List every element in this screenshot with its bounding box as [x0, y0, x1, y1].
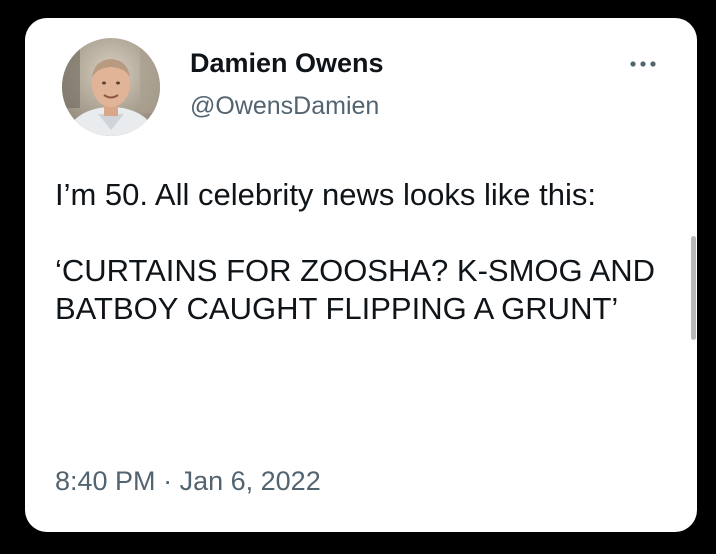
tweet-time: 8:40 PM	[55, 466, 156, 496]
author-name[interactable]: Damien Owens	[190, 48, 384, 79]
avatar-photo	[62, 38, 160, 136]
author-handle[interactable]: @OwensDamien	[190, 92, 379, 121]
tweet-text-line: I’m 50. All celebrity news looks like th…	[55, 177, 596, 212]
tweet-card: Damien Owens @OwensDamien I’m 50. All ce…	[25, 18, 697, 532]
more-options-icon[interactable]	[625, 54, 661, 74]
tweet-text: I’m 50. All celebrity news looks like th…	[55, 176, 665, 328]
scrollbar[interactable]	[691, 236, 696, 340]
tweet-text-line: ‘CURTAINS FOR ZOOSHA? K-SMOG AND BATBOY …	[55, 253, 655, 326]
meta-separator: ·	[163, 466, 173, 496]
avatar[interactable]	[62, 38, 160, 136]
tweet-date: Jan 6, 2022	[179, 466, 321, 496]
tweet-timestamp[interactable]: 8:40 PM · Jan 6, 2022	[55, 466, 321, 497]
